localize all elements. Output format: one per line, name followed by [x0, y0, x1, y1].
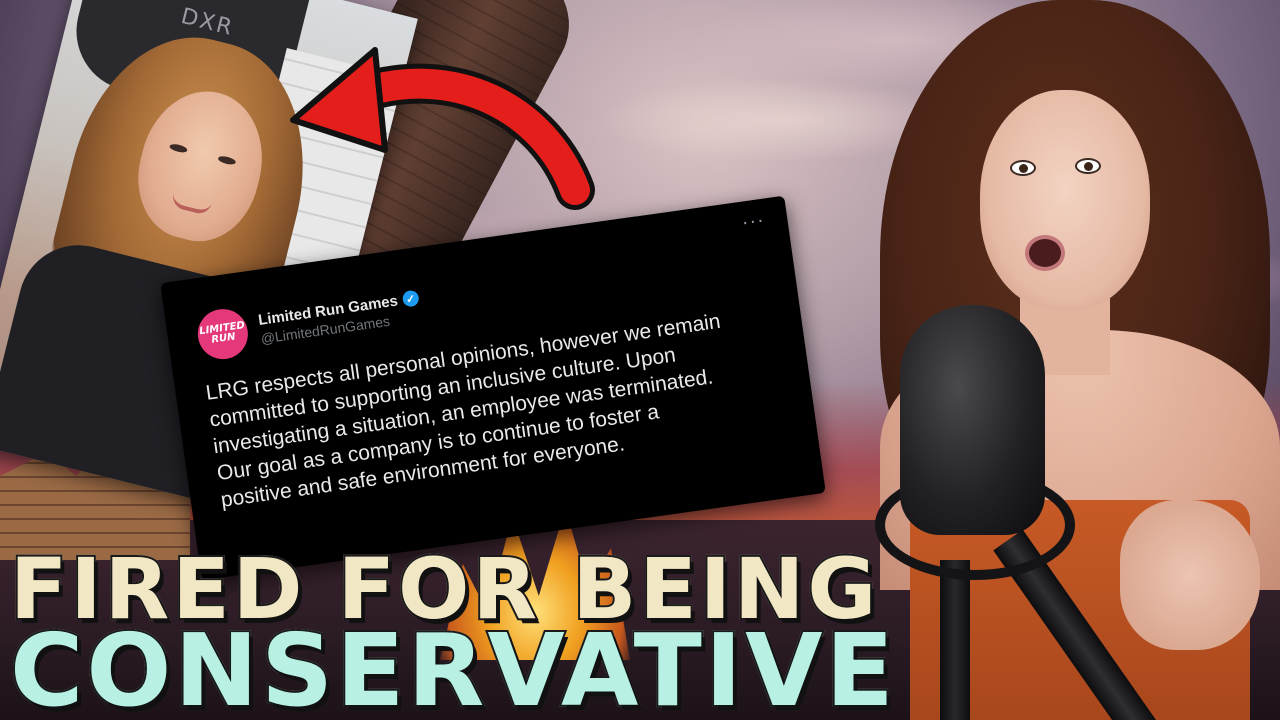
mic-stand [940, 560, 970, 720]
raised-hand [1120, 500, 1260, 650]
chair-brand-text: DXR [178, 3, 237, 42]
right-eye [1075, 158, 1101, 174]
left-eye [1010, 160, 1036, 176]
account-names: Limited Run Games ✓ @LimitedRunGames [257, 289, 422, 346]
red-arrow-icon [290, 47, 595, 210]
microphone-icon [900, 305, 1045, 535]
open-mouth [1025, 235, 1065, 271]
account-avatar[interactable]: LIMITED RUN [194, 305, 252, 363]
avatar-label: LIMITED RUN [198, 319, 246, 346]
check-badge-icon: ✓ [401, 289, 420, 308]
headline-line-2: CONSERVATIVE [8, 610, 897, 720]
shocked-face [980, 90, 1150, 310]
more-dots-icon[interactable]: ··· [741, 211, 767, 235]
